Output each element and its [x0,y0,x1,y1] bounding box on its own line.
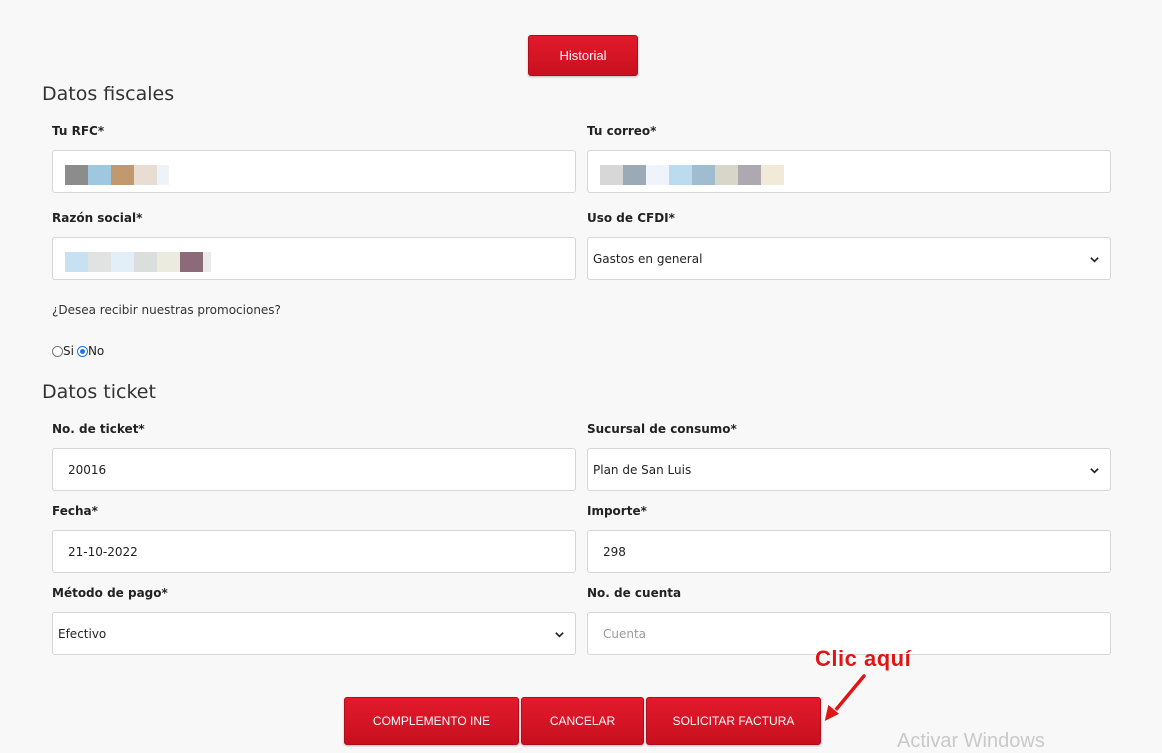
email-label: Tu correo* [587,124,657,138]
metodo-pago-select[interactable]: Efectivo [52,612,576,655]
complemento-ine-button[interactable]: COMPLEMENTO INE [344,697,519,745]
red-arrow-icon [823,673,867,723]
fecha-input[interactable]: 21-10-2022 [52,530,576,573]
importe-input[interactable]: 298 [587,530,1111,573]
ticket-number-label: No. de ticket* [52,422,145,436]
sucursal-label: Sucursal de consumo* [587,422,737,436]
activation-watermark: Activar Windows [897,730,1045,752]
radio-si-label: Si [63,344,74,358]
cfdi-label: Uso de CFDI* [587,211,675,225]
history-button[interactable]: Historial [528,35,638,76]
email-input[interactable] [587,150,1111,193]
chevron-down-icon [1090,468,1099,474]
razon-social-label: Razón social* [52,211,143,225]
chevron-down-icon [555,632,564,638]
ticket-number-value: 20016 [68,462,107,477]
importe-label: Importe* [587,504,647,518]
cancel-button[interactable]: CANCELAR [521,697,644,745]
fecha-value: 21-10-2022 [68,544,138,559]
redacted-value [65,252,211,272]
importe-value: 298 [603,544,626,559]
promotions-question: ¿Desea recibir nuestras promociones? [52,303,281,317]
redacted-value [65,165,169,185]
section-title-ticket: Datos ticket [42,381,156,403]
radio-no-label: No [87,344,105,358]
fecha-label: Fecha* [52,504,98,518]
ticket-number-input[interactable]: 20016 [52,448,576,491]
cfdi-select[interactable]: Gastos en general [587,237,1111,280]
sucursal-select[interactable]: Plan de San Luis [587,448,1111,491]
razon-social-input[interactable] [52,237,576,280]
rfc-input[interactable] [52,150,576,193]
rfc-label: Tu RFC* [52,124,105,138]
metodo-pago-selected-value: Efectivo [58,626,107,641]
metodo-pago-label: Método de pago* [52,586,168,600]
redacted-value [600,165,784,185]
cfdi-selected-value: Gastos en general [593,251,703,266]
solicitar-factura-button[interactable]: SOLICITAR FACTURA [646,697,821,745]
section-title-fiscal: Datos fiscales [42,83,175,105]
chevron-down-icon [1090,257,1099,263]
radio-no[interactable] [76,346,88,357]
radio-si[interactable] [52,346,63,357]
numero-cuenta-placeholder: Cuenta [603,626,647,641]
sucursal-selected-value: Plan de San Luis [593,462,692,477]
promotions-radio-group: Si No [52,344,104,358]
annotation-text: Clic aquí [815,646,912,671]
numero-cuenta-label: No. de cuenta [587,586,682,600]
